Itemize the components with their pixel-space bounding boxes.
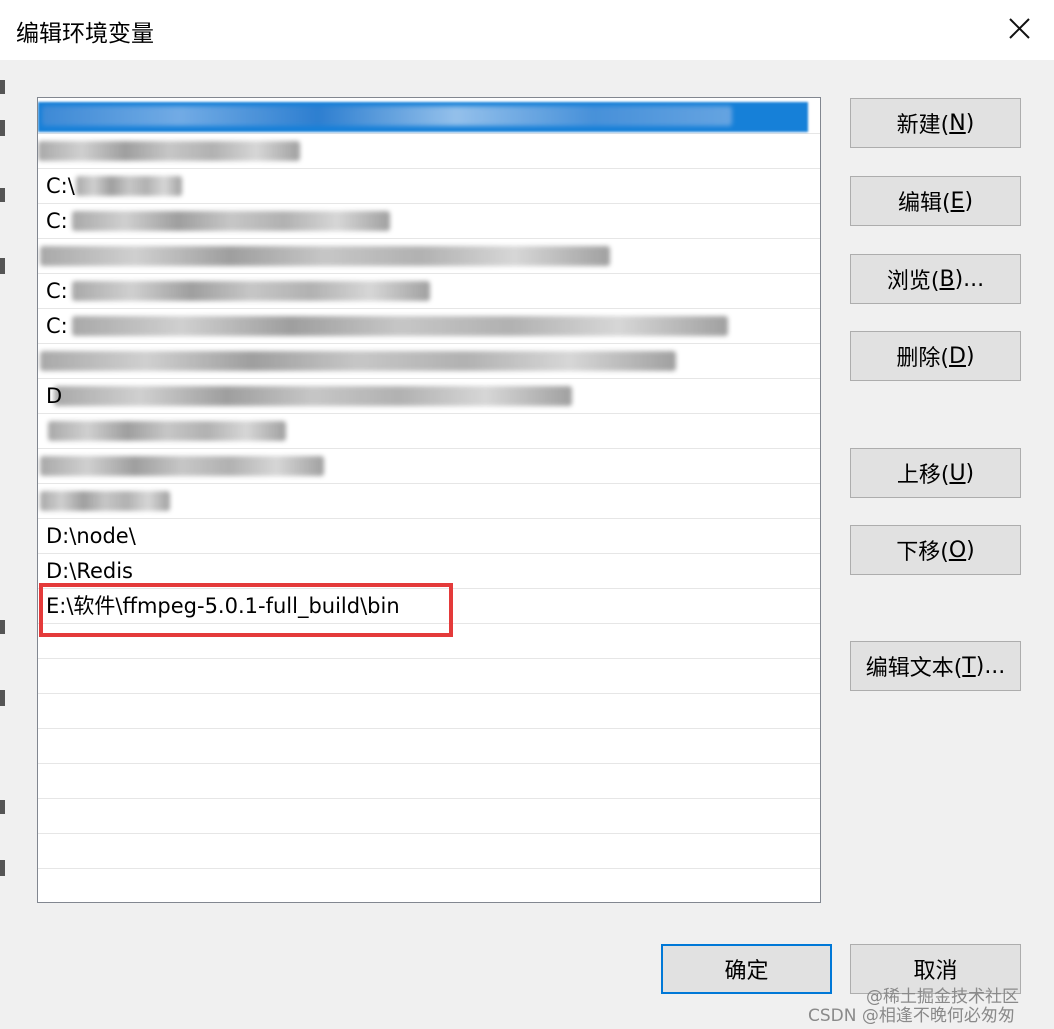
- redacted-text: [42, 106, 732, 126]
- background-window-fragment: [0, 860, 5, 876]
- list-item-empty[interactable]: [38, 729, 820, 764]
- redacted-text: [72, 316, 728, 336]
- list-item-text: C:: [46, 279, 68, 303]
- accelerator-key: B: [939, 266, 955, 292]
- button-label: 取消: [913, 959, 958, 984]
- button-label-suffix: ): [966, 537, 975, 563]
- button-label-suffix: ): [965, 343, 975, 369]
- redacted-text: [40, 491, 170, 511]
- list-item-empty[interactable]: [38, 834, 820, 869]
- dialog-title: 编辑环境变量: [16, 21, 154, 47]
- list-item[interactable]: E:\软件\ffmpeg-5.0.1-full_build\bin: [38, 589, 820, 624]
- button-label: 确定: [724, 959, 769, 984]
- background-window-fragment: [0, 188, 5, 202]
- list-item-text: D:\node\: [46, 524, 136, 548]
- redacted-text: [40, 246, 610, 266]
- move-up-button[interactable]: 上移(U): [850, 448, 1021, 498]
- button-label: 下移(: [896, 540, 949, 565]
- list-item[interactable]: C:\: [38, 169, 820, 204]
- browse-button[interactable]: 浏览(B)...: [850, 254, 1021, 304]
- redacted-text: [72, 281, 430, 301]
- list-item[interactable]: [38, 239, 820, 274]
- accelerator-key: O: [948, 537, 967, 563]
- list-item-empty[interactable]: [38, 799, 820, 834]
- background-window-fragment: [0, 120, 5, 136]
- watermark-csdn: CSDN @相逢不晚何必匆匆: [808, 1006, 1015, 1026]
- edit-text-button[interactable]: 编辑文本(T)...: [850, 641, 1021, 691]
- background-window-fragment: [0, 258, 5, 274]
- list-item[interactable]: [38, 344, 820, 379]
- close-button[interactable]: [1006, 14, 1034, 44]
- button-label: 编辑文本(: [865, 656, 963, 681]
- path-list[interactable]: C:\ C: C: C: D D:\node\ D:\Redis E:\软件\f…: [37, 97, 821, 903]
- accelerator-key: N: [949, 110, 966, 136]
- list-item-text: D:\Redis: [46, 559, 133, 583]
- new-button[interactable]: 新建(N): [850, 98, 1021, 148]
- button-label: 浏览(: [886, 269, 940, 294]
- list-item[interactable]: [38, 414, 820, 449]
- list-item[interactable]: [38, 134, 820, 169]
- list-item[interactable]: [38, 98, 820, 134]
- accelerator-key: U: [949, 460, 966, 486]
- background-window-fragment: [0, 690, 5, 706]
- redacted-text: [72, 211, 390, 231]
- accelerator-key: E: [950, 188, 965, 214]
- delete-button[interactable]: 删除(D): [850, 331, 1021, 381]
- list-item-empty[interactable]: [38, 694, 820, 729]
- list-item-text: C:: [46, 209, 68, 233]
- list-item[interactable]: D:\node\: [38, 519, 820, 554]
- list-item-empty[interactable]: [38, 624, 820, 659]
- ok-button[interactable]: 确定: [661, 944, 832, 994]
- list-item[interactable]: C:: [38, 274, 820, 309]
- button-label: 上移(: [896, 463, 950, 488]
- redacted-text: [54, 386, 572, 406]
- list-item-text: C:: [46, 314, 68, 338]
- list-item[interactable]: C:: [38, 204, 820, 239]
- button-label: 新建(: [896, 113, 950, 138]
- button-label-suffix: ): [964, 188, 974, 214]
- redacted-text: [40, 351, 676, 371]
- list-item-empty[interactable]: [38, 659, 820, 694]
- title-bar[interactable]: 编辑环境变量: [0, 0, 1054, 60]
- accelerator-key: D: [949, 343, 966, 369]
- background-window-fragment: [0, 80, 5, 94]
- background-window-fragment: [0, 800, 5, 814]
- redacted-text: [40, 456, 324, 476]
- move-down-button[interactable]: 下移(O): [850, 525, 1021, 575]
- list-item-empty[interactable]: [38, 764, 820, 799]
- button-label-suffix: ): [965, 110, 975, 136]
- edit-button[interactable]: 编辑(E): [850, 176, 1021, 226]
- list-item[interactable]: C:: [38, 309, 820, 344]
- list-item-text: C:\: [46, 174, 75, 198]
- redacted-text: [38, 141, 300, 161]
- list-item-text: D: [46, 384, 63, 408]
- accelerator-key: T: [962, 653, 976, 679]
- button-label: 删除(: [896, 346, 950, 371]
- button-label-suffix: )...: [954, 266, 985, 292]
- button-label: 编辑(: [897, 191, 951, 216]
- list-item[interactable]: [38, 484, 820, 519]
- edit-env-variable-dialog: 编辑环境变量 C:\ C: C: C: D D:\node\ D:\Redis …: [0, 0, 1054, 1029]
- list-item[interactable]: [38, 449, 820, 484]
- background-window-fragment: [0, 620, 5, 634]
- close-icon: [1009, 18, 1030, 39]
- list-item[interactable]: D:\Redis: [38, 554, 820, 589]
- list-item-text: E:\软件\ffmpeg-5.0.1-full_build\bin: [46, 594, 400, 618]
- list-item[interactable]: D: [38, 379, 820, 414]
- button-label-suffix: ): [965, 460, 975, 486]
- redacted-text: [76, 176, 182, 196]
- redacted-text: [48, 421, 286, 441]
- button-label-suffix: )...: [975, 653, 1006, 679]
